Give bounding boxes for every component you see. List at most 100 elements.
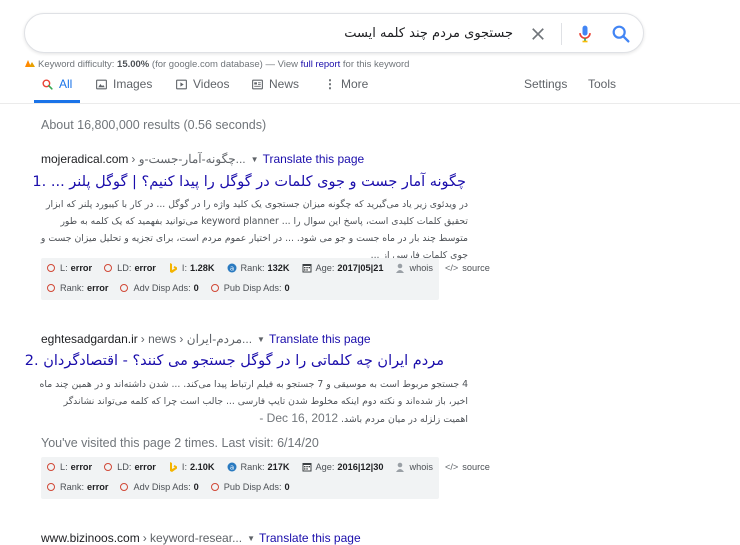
metric-label: Adv Disp Ads: [133, 482, 191, 492]
metric-label: Age: [315, 462, 335, 472]
tab-news[interactable]: News [251, 77, 299, 91]
metric-whois[interactable]: whois [395, 462, 433, 472]
search-bar[interactable] [24, 13, 644, 53]
code-icon: </> [444, 263, 459, 273]
keyword-difficulty-bar: Keyword difficulty: 15.00% (for google.c… [24, 58, 409, 70]
metric-value: 217K [267, 462, 290, 472]
result-snippet: در ویدئوی زیر یاد می‌گیرید که چگونه میزا… [40, 199, 468, 261]
seo-metrics-box: L: error LD: error I: 1.28K a Rank: 132K Age:… [41, 258, 490, 300]
metric-i[interactable]: I: 2.10K [168, 462, 215, 472]
keyword-difficulty-suffix: for this keyword [342, 59, 410, 70]
error-ring-icon [104, 264, 113, 272]
metric-i[interactable]: I: 1.28K [168, 263, 215, 273]
metric-value: 2016|12|30 [337, 462, 384, 472]
result-path: › keyword-resear... [142, 531, 243, 545]
translate-link[interactable]: Translate this page [269, 332, 371, 346]
whois-link: whois [409, 462, 433, 472]
metric-label: Pub Disp Ads: [223, 283, 282, 293]
svg-text:a: a [229, 265, 233, 273]
keyword-difficulty-value: 15.00% [117, 59, 150, 70]
visited-notice: You've visited this page 2 times. Last v… [41, 436, 319, 450]
metric-ld[interactable]: LD: error [104, 462, 156, 472]
result-snippet-text: 4 جستجو مربوط است به موسیقی و 7 جستجو به… [39, 379, 468, 425]
error-ring-icon [47, 264, 55, 272]
tab-images[interactable]: Images [95, 77, 152, 91]
metric-label: Rank: [240, 263, 265, 273]
error-ring-icon [210, 483, 219, 491]
metric-label: L: [60, 263, 68, 273]
metric-value: 0 [193, 283, 199, 293]
source-link: source [462, 263, 490, 273]
search-icon [42, 78, 53, 90]
search-icon[interactable] [610, 23, 632, 45]
translate-link[interactable]: Translate this page [259, 531, 361, 545]
metric-pub-ads[interactable]: Pub Disp Ads: 0 [210, 283, 290, 293]
metric-l[interactable]: L: error [47, 462, 92, 472]
metric-value: error [70, 462, 93, 472]
metric-age[interactable]: Age: 2016|12|30 [302, 462, 384, 472]
metric-source[interactable]: </> source [445, 263, 490, 273]
calendar-icon [302, 264, 312, 273]
person-icon [396, 263, 405, 273]
dropdown-caret-icon[interactable]: ▼ [251, 155, 259, 164]
microphone-icon[interactable] [575, 22, 595, 46]
result-title[interactable]: مردم ایران چه کلماتی را در گوگل جستجو می… [25, 353, 444, 369]
metric-label: I: [181, 263, 187, 273]
metric-value: 2017|05|21 [337, 263, 384, 273]
error-ring-icon [47, 284, 55, 292]
metric-value: error [70, 263, 93, 273]
keyword-difficulty-label: Keyword difficulty: [38, 59, 115, 70]
metric-label: Age: [315, 263, 335, 273]
metric-l[interactable]: L: error [47, 263, 92, 273]
tab-all[interactable]: All [41, 77, 72, 91]
metric-whois[interactable]: whois [395, 263, 433, 273]
metric-label: Rank: [60, 283, 85, 293]
error-ring-icon [47, 483, 55, 491]
metric-adv-ads[interactable]: Adv Disp Ads: 0 [120, 482, 199, 492]
translate-link[interactable]: Translate this page [263, 152, 365, 166]
tab-more[interactable]: ⋮ More [324, 77, 368, 91]
metric-label: I: [181, 462, 187, 472]
metric-pub-ads[interactable]: Pub Disp Ads: 0 [210, 482, 290, 492]
metric-age[interactable]: Age: 2017|05|21 [302, 263, 384, 273]
alexa-icon: a [227, 263, 237, 273]
video-icon [176, 79, 187, 89]
clear-icon[interactable] [528, 24, 548, 44]
metric-rank[interactable]: a Rank: 132K [227, 263, 290, 273]
result-date: Dec 16, 2012 - [259, 411, 339, 425]
settings-label: Settings [524, 77, 568, 91]
tools-link[interactable]: Tools [588, 77, 616, 91]
dropdown-caret-icon[interactable]: ▼ [257, 335, 265, 344]
dropdown-caret-icon[interactable]: ▼ [247, 534, 255, 543]
settings-link[interactable]: Settings [524, 77, 567, 91]
search-input[interactable] [53, 23, 513, 43]
metric-rank[interactable]: a Rank: 217K [227, 462, 290, 472]
full-report-link[interactable]: full report [301, 59, 341, 70]
metric-label: Adv Disp Ads: [133, 283, 191, 293]
metric-rank2[interactable]: Rank: error [47, 482, 108, 492]
result-stats: About 16,800,000 results (0.56 seconds) [41, 118, 267, 132]
metric-source[interactable]: </> source [445, 462, 490, 472]
metric-value: error [87, 283, 109, 293]
seo-metrics-row: L: error LD: error I: 2.10K a Rank: 217K Age:… [47, 462, 502, 472]
result-title[interactable]: چگونه آمار جست و جوی کلمات در گوگل را پی… [32, 174, 466, 190]
metric-value: 0 [284, 283, 290, 293]
metric-label: Rank: [60, 482, 85, 492]
metric-ld[interactable]: LD: error [104, 263, 156, 273]
search-divider [561, 23, 562, 45]
result-domain: www.bizinoos.com [41, 531, 140, 545]
tab-videos[interactable]: Videos [175, 77, 229, 91]
seo-metrics-row: L: error LD: error I: 1.28K a Rank: 132K Age:… [47, 263, 502, 273]
error-ring-icon [104, 463, 113, 471]
metric-value: 0 [193, 482, 199, 492]
tabs-divider [0, 103, 740, 104]
metric-rank2[interactable]: Rank: error [47, 283, 108, 293]
metric-value: 2.10K [190, 462, 215, 472]
metric-value: 0 [284, 482, 290, 492]
metric-label: Pub Disp Ads: [223, 482, 282, 492]
calendar-icon [302, 463, 312, 472]
svg-text:a: a [229, 464, 233, 472]
result-domain: eghtesadgardan.ir [41, 332, 138, 346]
metric-adv-ads[interactable]: Adv Disp Ads: 0 [120, 283, 199, 293]
metric-label: L: [60, 462, 68, 472]
